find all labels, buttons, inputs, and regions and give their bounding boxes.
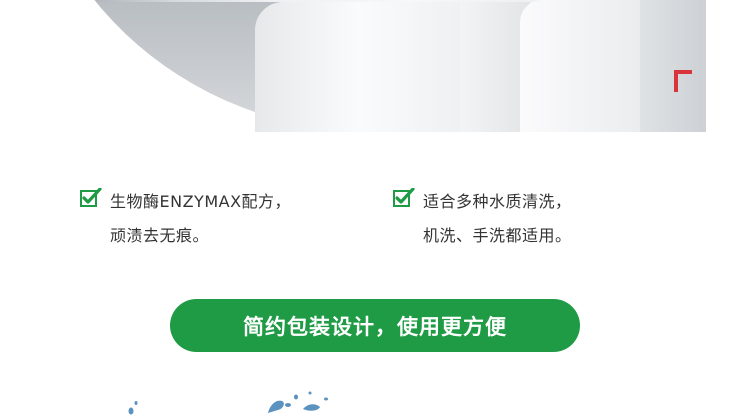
- banner-text: 简约包装设计，使用更方便: [243, 314, 507, 339]
- hanging-cloth-shadow: [640, 0, 706, 132]
- feature-line-1: 生物酶ENZYMAX配方，: [110, 192, 292, 211]
- feature-line-2: 机洗、手洗都适用。: [423, 226, 572, 245]
- water-splash-icon: [128, 391, 328, 415]
- clothes-photo-band: [0, 0, 750, 132]
- banner-pill: 简约包装设计，使用更方便: [170, 299, 580, 352]
- green-checkbox-icon: [393, 188, 415, 207]
- feature-line-2: 顽渍去无痕。: [110, 226, 210, 245]
- hanging-towel: [255, 2, 485, 132]
- feature-line-1: 适合多种水质清洗，: [423, 192, 572, 211]
- hanging-shirt-white: [520, 0, 660, 132]
- red-hanger-hook: [674, 70, 692, 92]
- green-checkbox-icon: [80, 188, 102, 207]
